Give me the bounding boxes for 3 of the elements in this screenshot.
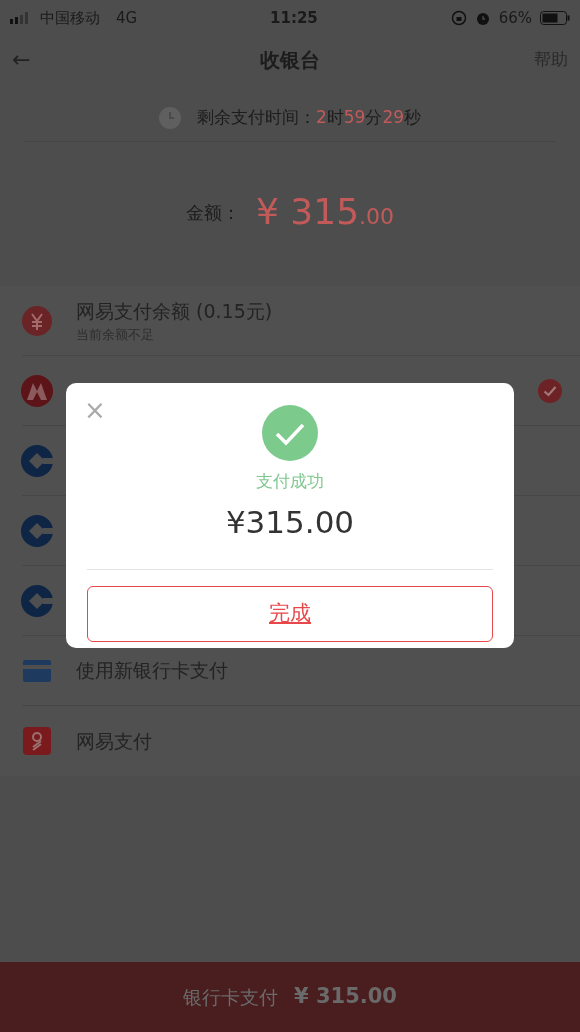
paid-amount: ¥315.00 [225,502,355,542]
status-text: 支付成功 [256,470,324,493]
amount-value: ¥ 315.00 [255,190,395,234]
